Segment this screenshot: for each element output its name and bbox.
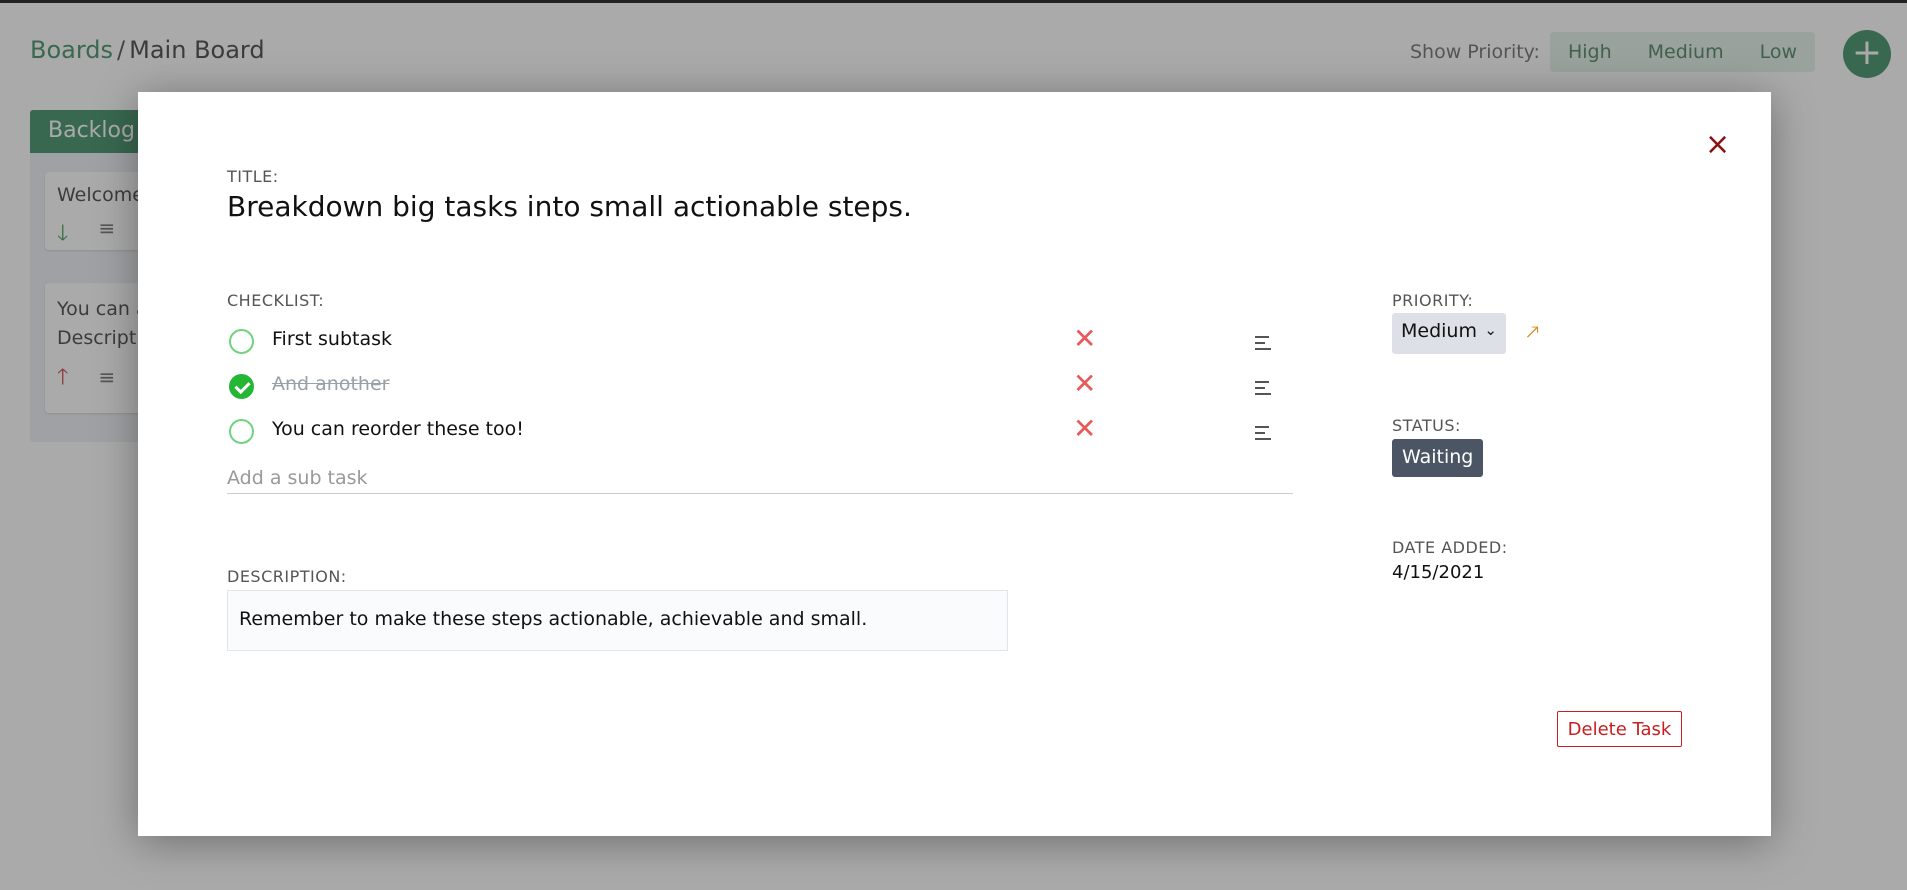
date-added-value: 4/15/2021	[1392, 562, 1485, 583]
delete-subtask-icon[interactable]: ✕	[1073, 367, 1096, 400]
priority-select-value: Medium	[1401, 320, 1477, 342]
checklist-item-text[interactable]: First subtask	[272, 328, 392, 350]
description-field[interactable]: Remember to make these steps actionable,…	[227, 590, 1008, 651]
delete-subtask-icon[interactable]: ✕	[1073, 322, 1096, 355]
drag-handle-icon[interactable]	[1255, 381, 1271, 395]
title-label: TITLE:	[227, 167, 279, 186]
checkbox-checked-icon[interactable]	[229, 374, 254, 399]
medium-priority-icon: 🡕	[1526, 320, 1540, 344]
task-detail-modal: × TITLE: Breakdown big tasks into small …	[138, 92, 1771, 836]
close-icon[interactable]: ×	[1705, 130, 1730, 160]
checklist-item: You can reorder these too! ✕	[227, 412, 1271, 452]
drag-handle-icon[interactable]	[1255, 426, 1271, 440]
checkbox-unchecked-icon[interactable]	[229, 329, 254, 354]
task-title[interactable]: Breakdown big tasks into small actionabl…	[227, 190, 912, 223]
add-subtask-input[interactable]	[227, 462, 1293, 494]
priority-select[interactable]: Medium ⌄	[1392, 313, 1506, 354]
status-label: STATUS:	[1392, 416, 1461, 435]
checklist-item-text[interactable]: And another	[272, 373, 389, 395]
description-label: DESCRIPTION:	[227, 567, 347, 586]
delete-task-button[interactable]: Delete Task	[1557, 711, 1682, 747]
date-added-label: DATE ADDED:	[1392, 538, 1508, 557]
priority-label: PRIORITY:	[1392, 291, 1474, 310]
checklist-item-text[interactable]: You can reorder these too!	[272, 418, 524, 440]
checklist-item: First subtask ✕	[227, 322, 1271, 362]
checklist-label: CHECKLIST:	[227, 291, 325, 310]
drag-handle-icon[interactable]	[1255, 336, 1271, 350]
checklist-item: And another ✕	[227, 367, 1271, 407]
chevron-down-icon: ⌄	[1484, 321, 1497, 339]
status-badge[interactable]: Waiting	[1392, 439, 1484, 477]
checkbox-unchecked-icon[interactable]	[229, 419, 254, 444]
delete-subtask-icon[interactable]: ✕	[1073, 412, 1096, 445]
